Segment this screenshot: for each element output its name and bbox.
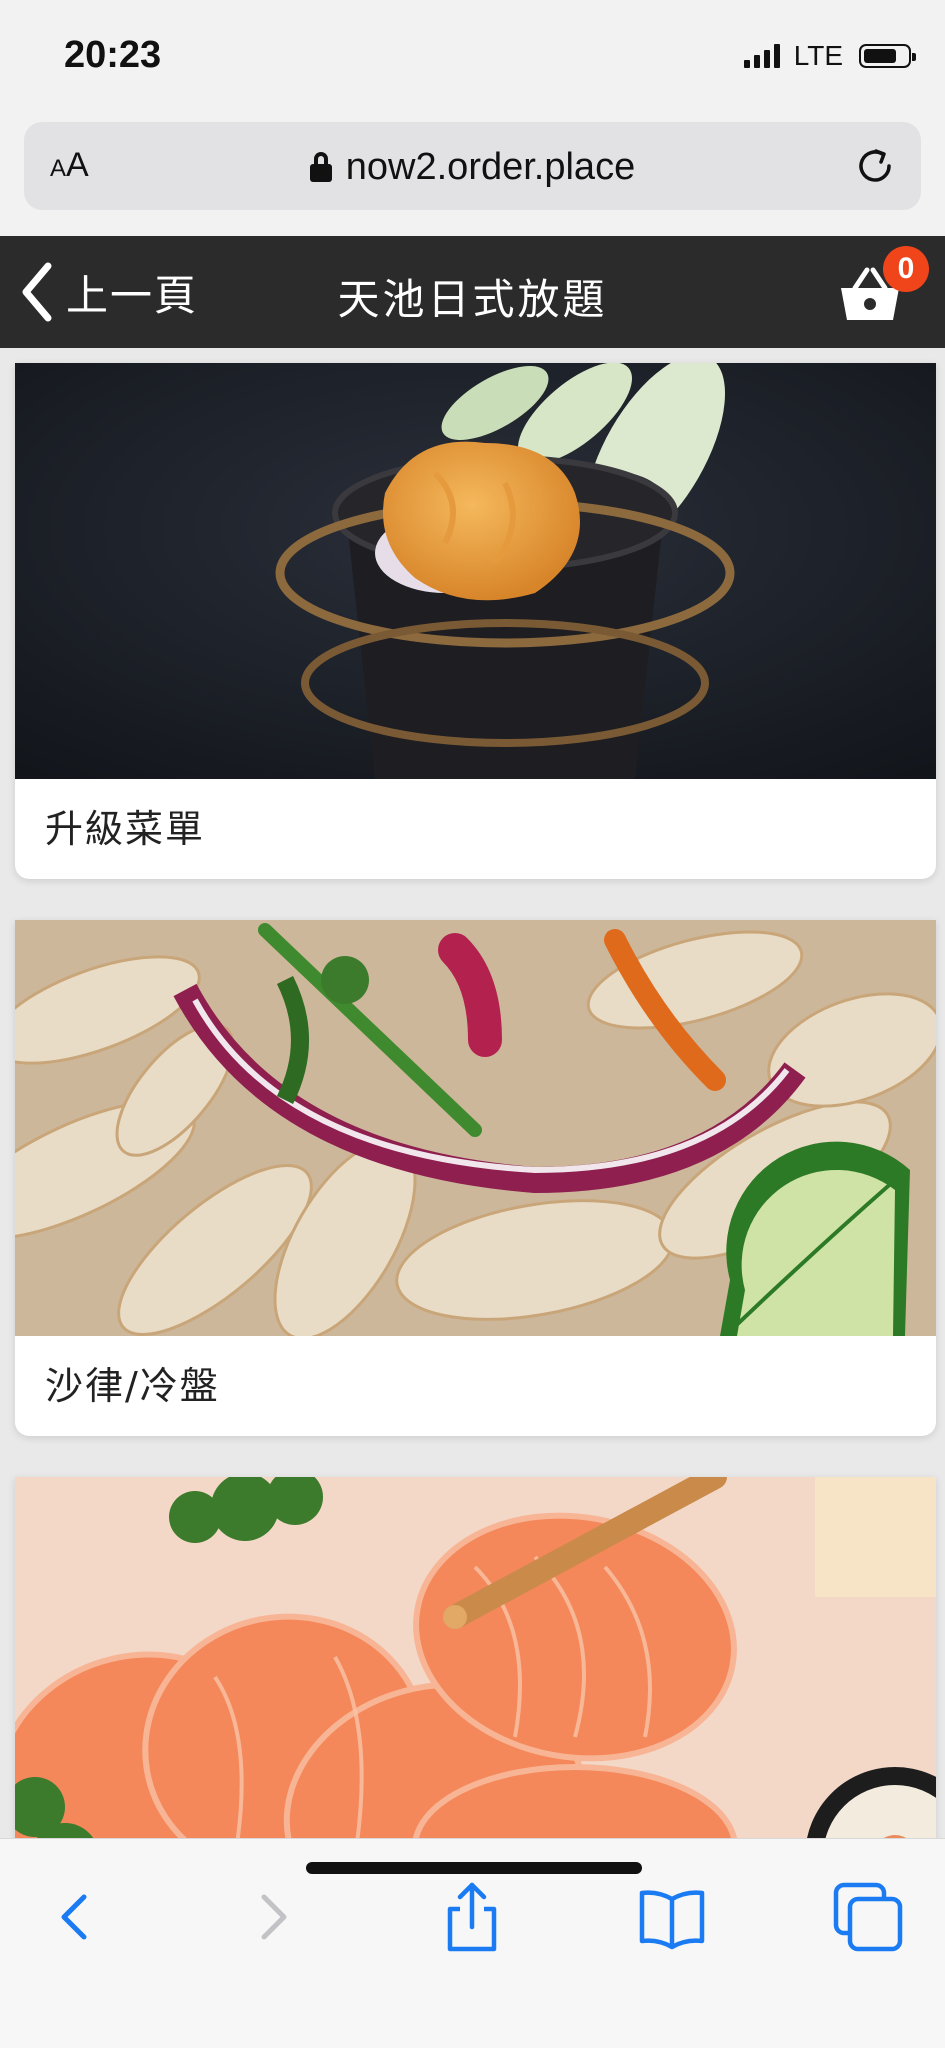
address-area: AA now2.order.place (0, 112, 945, 236)
category-image (15, 1477, 936, 1838)
signal-icon (743, 44, 780, 68)
status-time: 20:23 (64, 34, 162, 76)
back-arrow-icon[interactable] (36, 1877, 116, 1957)
network-label: LTE (793, 40, 843, 71)
status-indicators: LTE (743, 40, 916, 72)
forward-arrow-icon[interactable] (232, 1877, 312, 1957)
cart-count-badge[interactable]: 0 (883, 246, 929, 292)
url-field[interactable]: now2.order.place (24, 146, 921, 189)
category-list: 升級菜單 沙律/冷盤 (0, 348, 945, 1838)
share-icon[interactable] (432, 1877, 512, 1957)
category-card[interactable]: 沙律/冷盤 (15, 920, 936, 1436)
category-image (15, 920, 936, 1336)
page-title: 天池日式放題 (337, 275, 608, 324)
page: 20:23 LTE AA now2.order.place 上一頁 天池日式放題… (0, 0, 945, 2048)
address-bar[interactable]: AA now2.order.place (24, 122, 921, 210)
reload-icon[interactable] (851, 142, 899, 190)
tabs-icon[interactable] (828, 1877, 908, 1957)
app-header: 上一頁 天池日式放題 (0, 236, 945, 348)
category-card[interactable] (15, 1477, 936, 1838)
category-label: 沙律/冷盤 (45, 1364, 220, 1408)
url-text: now2.order.place (345, 146, 636, 188)
category-label: 升級菜單 (45, 807, 206, 851)
category-card[interactable]: 升級菜單 (15, 363, 936, 879)
home-indicator[interactable] (306, 1862, 642, 1874)
book-icon[interactable] (632, 1877, 712, 1957)
status-bar: 20:23 LTE (0, 0, 945, 112)
category-image (15, 363, 936, 779)
battery-icon (859, 44, 916, 68)
lock-icon (309, 151, 332, 182)
battery-level (864, 49, 896, 63)
